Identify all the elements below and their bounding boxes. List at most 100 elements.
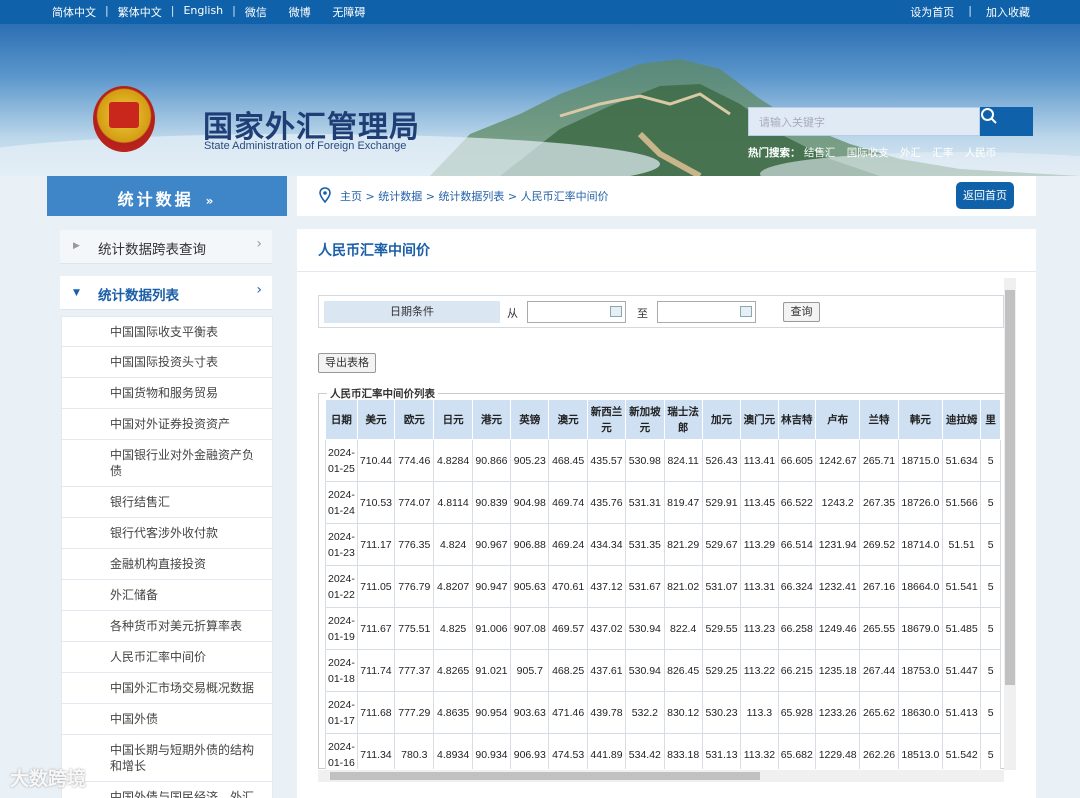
rate-cell: 1232.41 (815, 565, 861, 608)
rate-cell: 529.25 (701, 649, 742, 692)
sidebar-subitem[interactable]: 银行结售汇 (61, 487, 273, 518)
rate-cell: 113.45 (740, 481, 779, 524)
chevron-right-icon: › (256, 282, 262, 298)
breadcrumb-stats[interactable]: 统计数据 (378, 190, 422, 203)
table-row: 2024-01-17 711.68 777.29 4.8635 90.954 903.63… (325, 691, 1001, 734)
weibo-link[interactable]: 微博 (289, 4, 311, 20)
rate-cell: 437.12 (586, 565, 627, 608)
table-row: 2024-01-24 710.53 774.07 4.8114 90.839 904.98… (325, 481, 1001, 524)
rate-cell: 5 (980, 733, 1001, 769)
table-row: 2024-01-19 711.67 775.51 4.825 91.006 907.08 4… (325, 607, 1001, 650)
lang-english-link[interactable]: English (183, 4, 223, 20)
hot-term[interactable]: 外汇 (900, 147, 921, 159)
sidebar-subitem[interactable]: 中国国际收支平衡表 (61, 316, 273, 347)
sidebar-subitem[interactable]: 各种货币对美元折算率表 (61, 611, 273, 642)
sidebar-subitem-active[interactable]: 人民币汇率中间价 (61, 642, 273, 673)
scrollbar-thumb[interactable] (1005, 290, 1015, 685)
calendar-icon[interactable] (740, 306, 752, 317)
rate-cell: 774.07 (394, 481, 435, 524)
export-table-button[interactable]: 导出表格 (318, 353, 376, 373)
vertical-scrollbar[interactable] (1004, 278, 1016, 770)
start-date-input[interactable] (527, 301, 626, 323)
rate-cell: 265.55 (859, 607, 899, 650)
rate-cell: 91.021 (471, 649, 512, 692)
rate-cell: 434.34 (586, 523, 627, 566)
sidebar-subitem[interactable]: 外汇储备 (61, 580, 273, 611)
rate-cell: 113.23 (740, 607, 779, 650)
rate-cell: 468.25 (548, 649, 588, 692)
search-input[interactable]: 请输入关键字 (748, 107, 980, 136)
hot-term[interactable]: 国际收支 (847, 147, 889, 159)
rate-cell: 51.413 (942, 691, 982, 734)
breadcrumb-home[interactable]: 主页 (340, 190, 362, 203)
sidebar-subitem[interactable]: 中国外债 (61, 704, 273, 735)
sidebar-subitem[interactable]: 中国外债与国民经济、外汇 (61, 782, 273, 798)
rate-cell: 267.35 (859, 481, 899, 524)
query-button[interactable]: 查询 (783, 302, 820, 322)
sidebar-subitem[interactable]: 中国对外证券投资资产 (61, 409, 273, 440)
sidebar-item-cross-query[interactable]: ▶ 统计数据跨表查询 › (60, 230, 272, 264)
rate-cell: 711.17 (356, 523, 396, 566)
set-home-link[interactable]: 设为首页 (910, 4, 954, 20)
horizontal-scrollbar[interactable] (318, 770, 1004, 782)
date-cell: 2024-01-22 (325, 565, 358, 608)
rate-cell: 774.46 (394, 439, 435, 482)
search-button[interactable] (980, 107, 1033, 136)
breadcrumb-separator: > (362, 190, 379, 203)
rate-cell: 90.839 (471, 481, 512, 524)
breadcrumb-current[interactable]: 人民币汇率中间价 (521, 190, 609, 203)
location-pin-icon (319, 187, 331, 203)
sidebar-subitem[interactable]: 中国银行业对外金融资产负债 (61, 440, 273, 487)
sidebar-item-stat-list[interactable]: ▼ 统计数据列表 › (60, 276, 272, 310)
breadcrumb-bar: 主页 > 统计数据 > 统计数据列表 > 人民币汇率中间价 返回首页 (297, 176, 1036, 216)
date-cell: 2024-01-24 (325, 481, 358, 524)
sidebar-subitem[interactable]: 中国长期与短期外债的结构和增长 (61, 735, 273, 782)
sidebar-subitem[interactable]: 中国货物和服务贸易 (61, 378, 273, 409)
back-home-button[interactable]: 返回首页 (956, 182, 1014, 209)
rate-cell: 66.514 (777, 523, 817, 566)
sidebar-subitem[interactable]: 金融机构直接投资 (61, 549, 273, 580)
sidebar-subitem[interactable]: 中国外汇市场交易概况数据 (61, 673, 273, 704)
rate-cell: 826.45 (663, 649, 703, 692)
chevron-right-icon: › (256, 236, 262, 252)
wechat-link[interactable]: 微信 (245, 4, 267, 20)
favorite-link[interactable]: 加入收藏 (986, 4, 1030, 20)
double-chevron-icon[interactable]: » (206, 194, 217, 208)
rate-cell: 65.682 (777, 733, 817, 769)
sidebar-subitem[interactable]: 中国国际投资头寸表 (61, 347, 273, 378)
end-date-input[interactable] (657, 301, 756, 323)
top-bar: 简体中文| 繁体中文| English| 微信| 微博| 无障碍 设为首页| 加… (0, 0, 1080, 24)
rate-cell: 819.47 (663, 481, 703, 524)
sidebar-subitem[interactable]: 银行代客涉外收付款 (61, 518, 273, 549)
triangle-down-icon: ▼ (73, 288, 80, 298)
breadcrumb-list[interactable]: 统计数据列表 (438, 190, 504, 203)
lang-traditional-link[interactable]: 繁体中文 (118, 4, 162, 20)
column-header: 韩元 (897, 399, 944, 440)
lang-simplified-link[interactable]: 简体中文 (52, 4, 96, 20)
rate-cell: 4.8635 (433, 691, 473, 734)
hot-term[interactable]: 人民币 (965, 147, 997, 159)
rate-cell: 18714.0 (897, 523, 944, 566)
hot-term[interactable]: 汇率 (932, 147, 953, 159)
hot-term[interactable]: 结售汇 (804, 147, 836, 159)
breadcrumb-separator: > (504, 190, 521, 203)
hot-search-label: 热门搜索： (748, 147, 801, 159)
scrollbar-thumb[interactable] (330, 772, 760, 780)
column-header: 加元 (701, 399, 742, 440)
watermark: 大数跨境 (10, 768, 87, 790)
rate-cell: 51.447 (942, 649, 982, 692)
accessibility-link[interactable]: 无障碍 (332, 4, 365, 20)
breadcrumb-separator: > (422, 190, 439, 203)
column-header: 美元 (356, 399, 396, 440)
rate-cell: 776.79 (394, 565, 435, 608)
rate-cell: 51.541 (942, 565, 982, 608)
rate-cell: 113.32 (740, 733, 779, 769)
rate-cell: 529.67 (701, 523, 742, 566)
rate-cell: 905.63 (510, 565, 550, 608)
rate-cell: 905.7 (510, 649, 550, 692)
sidebar-item-label: 统计数据跨表查询 (98, 242, 206, 258)
column-header: 澳元 (548, 399, 588, 440)
calendar-icon[interactable] (610, 306, 622, 317)
national-emblem-icon (93, 86, 155, 152)
rate-cell: 474.53 (548, 733, 588, 769)
